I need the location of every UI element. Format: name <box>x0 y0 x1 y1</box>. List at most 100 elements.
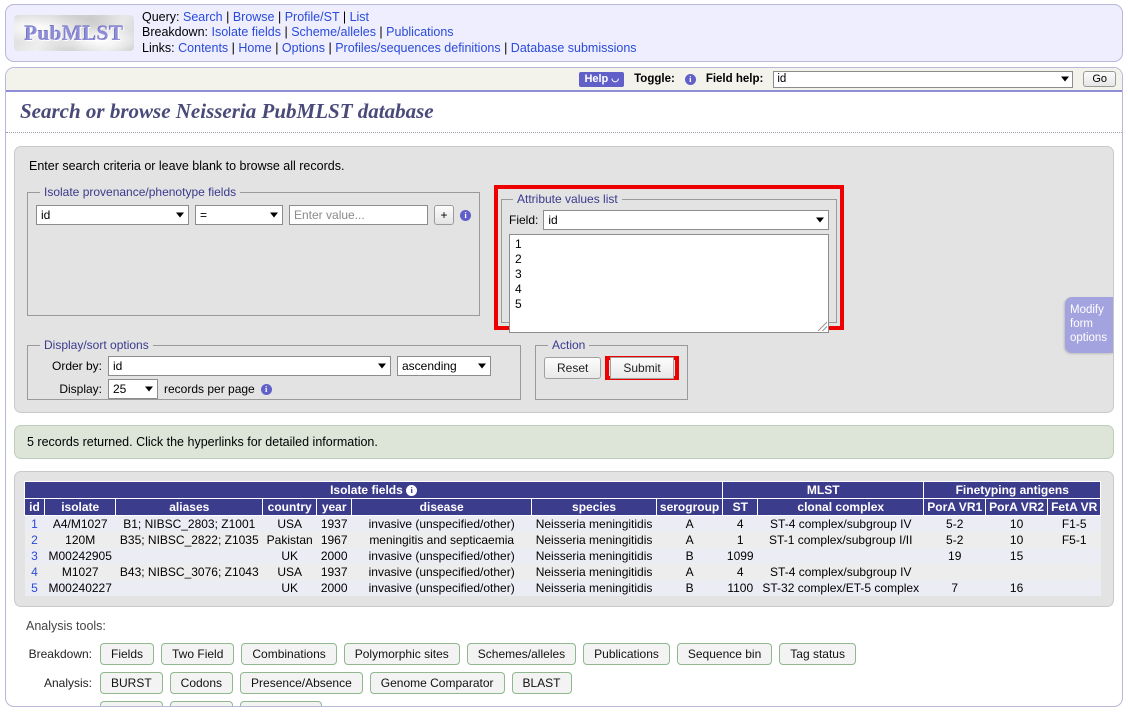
breakdown-polymorphic-sites-button[interactable]: Polymorphic sites <box>343 643 460 665</box>
column-header-st[interactable]: ST <box>722 498 759 516</box>
analysis-burst-button[interactable]: BURST <box>100 672 163 694</box>
attribute-values-listbox[interactable]: 1 2 3 4 5 <box>509 234 829 333</box>
column-header-pora-vr2[interactable]: PorA VR2 <box>985 498 1049 516</box>
cell-id[interactable]: 2 <box>24 532 45 548</box>
order-by-select[interactable]: id <box>108 356 391 376</box>
cell-clonal-complex: ST-1 complex/subgroup I/II <box>757 532 924 548</box>
provenance-value-input[interactable]: Enter value... <box>289 205 428 225</box>
column-header-isolate[interactable]: isolate <box>43 498 117 516</box>
resize-handle-icon[interactable] <box>818 322 827 331</box>
row-id-link[interactable]: 2 <box>31 533 38 547</box>
cell-country: USA <box>262 564 317 580</box>
breakdown-schemes-alleles-button[interactable]: Schemes/alleles <box>466 643 577 665</box>
column-header-clonal-complex[interactable]: clonal complex <box>757 498 925 516</box>
go-button[interactable]: Go <box>1083 71 1116 87</box>
column-header-year[interactable]: year <box>316 498 353 516</box>
reset-button[interactable]: Reset <box>544 357 602 379</box>
cell-isolate: M00240227 <box>44 580 116 596</box>
sort-direction-select[interactable]: ascending <box>397 356 491 376</box>
breakdown-publications-button[interactable]: Publications <box>583 643 670 665</box>
info-icon[interactable]: i <box>260 383 272 395</box>
nav-link-profile-st[interactable]: Profile/ST <box>285 10 340 24</box>
chevron-down-icon <box>270 212 278 218</box>
cell-id[interactable]: 3 <box>24 548 45 564</box>
analysis-presence-absence-button[interactable]: Presence/Absence <box>240 672 363 694</box>
site-header: PubMLST Query: Search | Browse | Profile… <box>5 4 1123 62</box>
cell-species: Neisseria meningitidis <box>531 532 657 548</box>
help-button[interactable]: Help ◡ <box>579 71 625 87</box>
column-header-feta-vr[interactable]: FetA VR <box>1047 498 1102 516</box>
cell-feta-vr <box>1047 548 1101 564</box>
provenance-operator-select[interactable]: = <box>195 205 283 225</box>
attribute-field-select[interactable]: id <box>543 210 829 230</box>
breakdown-tag-status-button[interactable]: Tag status <box>779 643 856 665</box>
group-header-isolate-fields: Isolate fields i <box>23 481 724 499</box>
analysis-codons-button[interactable]: Codons <box>169 672 234 694</box>
cell-clonal-complex: ST-32 complex/ET-5 complex <box>757 580 924 596</box>
chevron-down-icon <box>176 212 184 218</box>
row-id-link[interactable]: 5 <box>31 581 38 595</box>
column-header-species[interactable]: species <box>531 498 657 516</box>
sort-direction-value: ascending <box>402 359 457 373</box>
cell-serogroup: A <box>656 532 723 548</box>
field-help-value: id <box>777 73 787 85</box>
export-dataset-button[interactable]: Dataset <box>100 701 164 706</box>
nav-link-browse[interactable]: Browse <box>233 10 275 24</box>
cell-serogroup: A <box>656 564 723 580</box>
column-header-serogroup[interactable]: serogroup <box>655 498 724 516</box>
provenance-field-select[interactable]: id <box>36 205 189 225</box>
info-icon[interactable]: i <box>406 485 418 497</box>
breakdown-two-field-button[interactable]: Two Field <box>161 643 235 665</box>
cell-id[interactable]: 1 <box>24 515 45 532</box>
records-per-page-select[interactable]: 25 <box>108 379 158 399</box>
nav-link-profiles-sequences-definitions[interactable]: Profiles/sequences definitions <box>335 41 500 55</box>
nav-link-database-submissions[interactable]: Database submissions <box>511 41 637 55</box>
row-id-link[interactable]: 3 <box>31 549 38 563</box>
add-field-button[interactable]: + <box>434 205 454 225</box>
list-item[interactable]: 3 <box>513 267 825 282</box>
nav-link-list[interactable]: List <box>350 10 369 24</box>
column-header-aliases[interactable]: aliases <box>115 498 264 516</box>
column-header-id[interactable]: id <box>24 498 45 516</box>
info-icon[interactable]: i <box>684 73 696 85</box>
column-header-disease[interactable]: disease <box>351 498 533 516</box>
modify-form-options-tab[interactable]: Modify form options <box>1065 297 1113 353</box>
export-sequences-button[interactable]: Sequences <box>240 701 323 706</box>
list-item[interactable]: 1 <box>513 237 825 252</box>
nav-link-publications[interactable]: Publications <box>386 25 453 39</box>
table-header-row: id isolate aliases country year disease … <box>24 498 1102 516</box>
cell-year: 1937 <box>316 564 352 580</box>
breakdown-combinations-button[interactable]: Combinations <box>241 643 337 665</box>
field-help-select[interactable]: id <box>773 70 1074 88</box>
nav-link-home[interactable]: Home <box>238 41 271 55</box>
nav-link-contents[interactable]: Contents <box>178 41 228 55</box>
list-item[interactable]: 4 <box>513 282 825 297</box>
cell-id[interactable]: 5 <box>24 580 45 596</box>
row-id-link[interactable]: 4 <box>31 565 38 579</box>
analysis-genome-comparator-button[interactable]: Genome Comparator <box>369 672 505 694</box>
nav-link-scheme-alleles[interactable]: Scheme/alleles <box>291 25 376 39</box>
breakdown-sequence-bin-button[interactable]: Sequence bin <box>676 643 773 665</box>
info-icon[interactable]: i <box>460 209 471 221</box>
attribute-values-highlight: Attribute values list Field: id 1 2 3 4 <box>494 185 844 333</box>
cell-id[interactable]: 4 <box>24 564 45 580</box>
analysis-blast-button[interactable]: BLAST <box>511 672 572 694</box>
cell-isolate: M00242905 <box>44 548 116 564</box>
submit-button[interactable]: Submit <box>610 357 674 379</box>
column-header-country[interactable]: country <box>262 498 318 516</box>
cell-aliases <box>115 548 263 564</box>
row-id-link[interactable]: 1 <box>31 517 38 531</box>
breakdown-fields-button[interactable]: Fields <box>100 643 155 665</box>
list-item[interactable]: 5 <box>513 297 825 312</box>
export-contigs-button[interactable]: Contigs <box>170 701 234 706</box>
cell-isolate: A4/M1027 <box>44 515 116 532</box>
column-header-pora-vr1[interactable]: PorA VR1 <box>923 498 987 516</box>
cell-species: Neisseria meningitidis <box>531 564 657 580</box>
nav-link-search[interactable]: Search <box>183 10 223 24</box>
nav-link-options[interactable]: Options <box>282 41 325 55</box>
cell-year: 2000 <box>316 548 352 564</box>
nav-link-isolate-fields[interactable]: Isolate fields <box>212 25 281 39</box>
list-item[interactable]: 2 <box>513 252 825 267</box>
chevron-down-icon <box>378 363 386 369</box>
chevron-down-icon <box>478 363 486 369</box>
